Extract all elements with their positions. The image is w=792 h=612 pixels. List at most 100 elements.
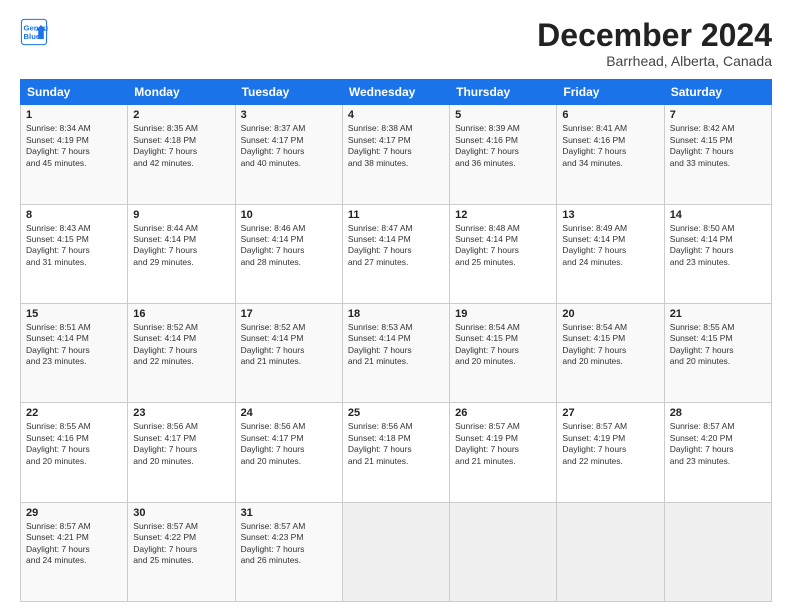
day-info: Sunrise: 8:54 AM Sunset: 4:15 PM Dayligh… <box>455 322 551 368</box>
day-info: Sunrise: 8:48 AM Sunset: 4:14 PM Dayligh… <box>455 223 551 269</box>
day-info: Sunrise: 8:39 AM Sunset: 4:16 PM Dayligh… <box>455 123 551 169</box>
calendar-week-row: 22 Sunrise: 8:55 AM Sunset: 4:16 PM Dayli… <box>21 403 772 502</box>
calendar-day-cell: 1Sunrise: 8:34 AM Sunset: 4:19 PM Daylig… <box>21 105 128 204</box>
day-info: Sunrise: 8:54 AM Sunset: 4:15 PM Dayligh… <box>562 322 658 368</box>
calendar-week-row: 15 Sunrise: 8:51 AM Sunset: 4:14 PM Dayli… <box>21 303 772 402</box>
day-number: 10 <box>241 209 337 221</box>
day-info: Sunrise: 8:57 AM Sunset: 4:20 PM Dayligh… <box>670 421 766 467</box>
day-number: 31 <box>241 507 337 519</box>
day-number: 4 <box>348 109 444 121</box>
day-info: Sunrise: 8:57 AM Sunset: 4:22 PM Dayligh… <box>133 521 229 567</box>
calendar-day-cell <box>450 502 557 601</box>
day-number: 22 <box>26 407 122 419</box>
day-number: 27 <box>562 407 658 419</box>
day-info: Sunrise: 8:43 AM Sunset: 4:15 PM Dayligh… <box>26 223 122 269</box>
day-number: 28 <box>670 407 766 419</box>
day-info: Sunrise: 8:38 AM Sunset: 4:17 PM Dayligh… <box>348 123 444 169</box>
day-info: Sunrise: 8:52 AM Sunset: 4:14 PM Dayligh… <box>133 322 229 368</box>
day-number: 5 <box>455 109 551 121</box>
day-number: 1 <box>26 109 122 121</box>
weekday-header-tuesday: Tuesday <box>235 80 342 105</box>
calendar-day-cell: 23 Sunrise: 8:56 AM Sunset: 4:17 PM Dayli… <box>128 403 235 502</box>
day-number: 12 <box>455 209 551 221</box>
calendar-day-cell: 5 Sunrise: 8:39 AM Sunset: 4:16 PM Daylig… <box>450 105 557 204</box>
day-number: 19 <box>455 308 551 320</box>
day-info: Sunrise: 8:55 AM Sunset: 4:15 PM Dayligh… <box>670 322 766 368</box>
calendar-day-cell: 31 Sunrise: 8:57 AM Sunset: 4:23 PM Dayli… <box>235 502 342 601</box>
calendar-day-cell: 17 Sunrise: 8:52 AM Sunset: 4:14 PM Dayli… <box>235 303 342 402</box>
calendar-day-cell: 20 Sunrise: 8:54 AM Sunset: 4:15 PM Dayli… <box>557 303 664 402</box>
weekday-header-row: SundayMondayTuesdayWednesdayThursdayFrid… <box>21 80 772 105</box>
calendar-day-cell: 21 Sunrise: 8:55 AM Sunset: 4:15 PM Dayli… <box>664 303 771 402</box>
day-info: Sunrise: 8:57 AM Sunset: 4:19 PM Dayligh… <box>455 421 551 467</box>
calendar-day-cell: 9 Sunrise: 8:44 AM Sunset: 4:14 PM Daylig… <box>128 204 235 303</box>
day-info: Sunrise: 8:57 AM Sunset: 4:21 PM Dayligh… <box>26 521 122 567</box>
day-number: 14 <box>670 209 766 221</box>
day-info: Sunrise: 8:41 AM Sunset: 4:16 PM Dayligh… <box>562 123 658 169</box>
day-info: Sunrise: 8:57 AM Sunset: 4:23 PM Dayligh… <box>241 521 337 567</box>
calendar-day-cell: 8Sunrise: 8:43 AM Sunset: 4:15 PM Daylig… <box>21 204 128 303</box>
day-info: Sunrise: 8:47 AM Sunset: 4:14 PM Dayligh… <box>348 223 444 269</box>
weekday-header-sunday: Sunday <box>21 80 128 105</box>
day-number: 11 <box>348 209 444 221</box>
day-number: 17 <box>241 308 337 320</box>
day-number: 6 <box>562 109 658 121</box>
day-number: 20 <box>562 308 658 320</box>
calendar-title: December 2024 <box>537 18 772 53</box>
weekday-header-wednesday: Wednesday <box>342 80 449 105</box>
calendar-day-cell: 10Sunrise: 8:46 AM Sunset: 4:14 PM Dayli… <box>235 204 342 303</box>
calendar-day-cell: 14 Sunrise: 8:50 AM Sunset: 4:14 PM Dayli… <box>664 204 771 303</box>
day-info: Sunrise: 8:57 AM Sunset: 4:19 PM Dayligh… <box>562 421 658 467</box>
calendar-table: SundayMondayTuesdayWednesdayThursdayFrid… <box>20 79 772 602</box>
calendar-day-cell: 6 Sunrise: 8:41 AM Sunset: 4:16 PM Daylig… <box>557 105 664 204</box>
day-info: Sunrise: 8:50 AM Sunset: 4:14 PM Dayligh… <box>670 223 766 269</box>
day-info: Sunrise: 8:35 AM Sunset: 4:18 PM Dayligh… <box>133 123 229 169</box>
calendar-day-cell: 22 Sunrise: 8:55 AM Sunset: 4:16 PM Dayli… <box>21 403 128 502</box>
calendar-day-cell: 18Sunrise: 8:53 AM Sunset: 4:14 PM Dayli… <box>342 303 449 402</box>
day-number: 23 <box>133 407 229 419</box>
calendar-day-cell <box>664 502 771 601</box>
day-info: Sunrise: 8:44 AM Sunset: 4:14 PM Dayligh… <box>133 223 229 269</box>
calendar-day-cell <box>342 502 449 601</box>
day-info: Sunrise: 8:56 AM Sunset: 4:17 PM Dayligh… <box>241 421 337 467</box>
page: General Blue December 2024 Barrhead, Alb… <box>0 0 792 612</box>
day-number: 26 <box>455 407 551 419</box>
day-info: Sunrise: 8:52 AM Sunset: 4:14 PM Dayligh… <box>241 322 337 368</box>
day-number: 30 <box>133 507 229 519</box>
calendar-day-cell: 19 Sunrise: 8:54 AM Sunset: 4:15 PM Dayli… <box>450 303 557 402</box>
calendar-day-cell: 29 Sunrise: 8:57 AM Sunset: 4:21 PM Dayli… <box>21 502 128 601</box>
day-info: Sunrise: 8:56 AM Sunset: 4:17 PM Dayligh… <box>133 421 229 467</box>
calendar-day-cell: 2 Sunrise: 8:35 AM Sunset: 4:18 PM Daylig… <box>128 105 235 204</box>
calendar-day-cell: 7Sunrise: 8:42 AM Sunset: 4:15 PM Daylig… <box>664 105 771 204</box>
day-info: Sunrise: 8:51 AM Sunset: 4:14 PM Dayligh… <box>26 322 122 368</box>
day-info: Sunrise: 8:55 AM Sunset: 4:16 PM Dayligh… <box>26 421 122 467</box>
calendar-day-cell: 28 Sunrise: 8:57 AM Sunset: 4:20 PM Dayli… <box>664 403 771 502</box>
calendar-day-cell: 26 Sunrise: 8:57 AM Sunset: 4:19 PM Dayli… <box>450 403 557 502</box>
calendar-day-cell: 12 Sunrise: 8:48 AM Sunset: 4:14 PM Dayli… <box>450 204 557 303</box>
svg-text:General: General <box>24 24 49 33</box>
logo-icon: General Blue <box>20 18 48 46</box>
calendar-week-row: 8Sunrise: 8:43 AM Sunset: 4:15 PM Daylig… <box>21 204 772 303</box>
day-number: 7 <box>670 109 766 121</box>
weekday-header-friday: Friday <box>557 80 664 105</box>
calendar-day-cell: 15 Sunrise: 8:51 AM Sunset: 4:14 PM Dayli… <box>21 303 128 402</box>
calendar-week-row: 29 Sunrise: 8:57 AM Sunset: 4:21 PM Dayli… <box>21 502 772 601</box>
calendar-day-cell: 25Sunrise: 8:56 AM Sunset: 4:18 PM Dayli… <box>342 403 449 502</box>
day-number: 2 <box>133 109 229 121</box>
calendar-day-cell: 30 Sunrise: 8:57 AM Sunset: 4:22 PM Dayli… <box>128 502 235 601</box>
calendar-day-cell: 4 Sunrise: 8:38 AM Sunset: 4:17 PM Daylig… <box>342 105 449 204</box>
day-number: 29 <box>26 507 122 519</box>
weekday-header-monday: Monday <box>128 80 235 105</box>
day-info: Sunrise: 8:37 AM Sunset: 4:17 PM Dayligh… <box>241 123 337 169</box>
day-number: 24 <box>241 407 337 419</box>
calendar-day-cell: 24 Sunrise: 8:56 AM Sunset: 4:17 PM Dayli… <box>235 403 342 502</box>
header: General Blue December 2024 Barrhead, Alb… <box>20 18 772 69</box>
day-number: 15 <box>26 308 122 320</box>
weekday-header-saturday: Saturday <box>664 80 771 105</box>
day-number: 21 <box>670 308 766 320</box>
calendar-day-cell: 13Sunrise: 8:49 AM Sunset: 4:14 PM Dayli… <box>557 204 664 303</box>
day-info: Sunrise: 8:49 AM Sunset: 4:14 PM Dayligh… <box>562 223 658 269</box>
day-number: 25 <box>348 407 444 419</box>
day-number: 9 <box>133 209 229 221</box>
day-number: 18 <box>348 308 444 320</box>
